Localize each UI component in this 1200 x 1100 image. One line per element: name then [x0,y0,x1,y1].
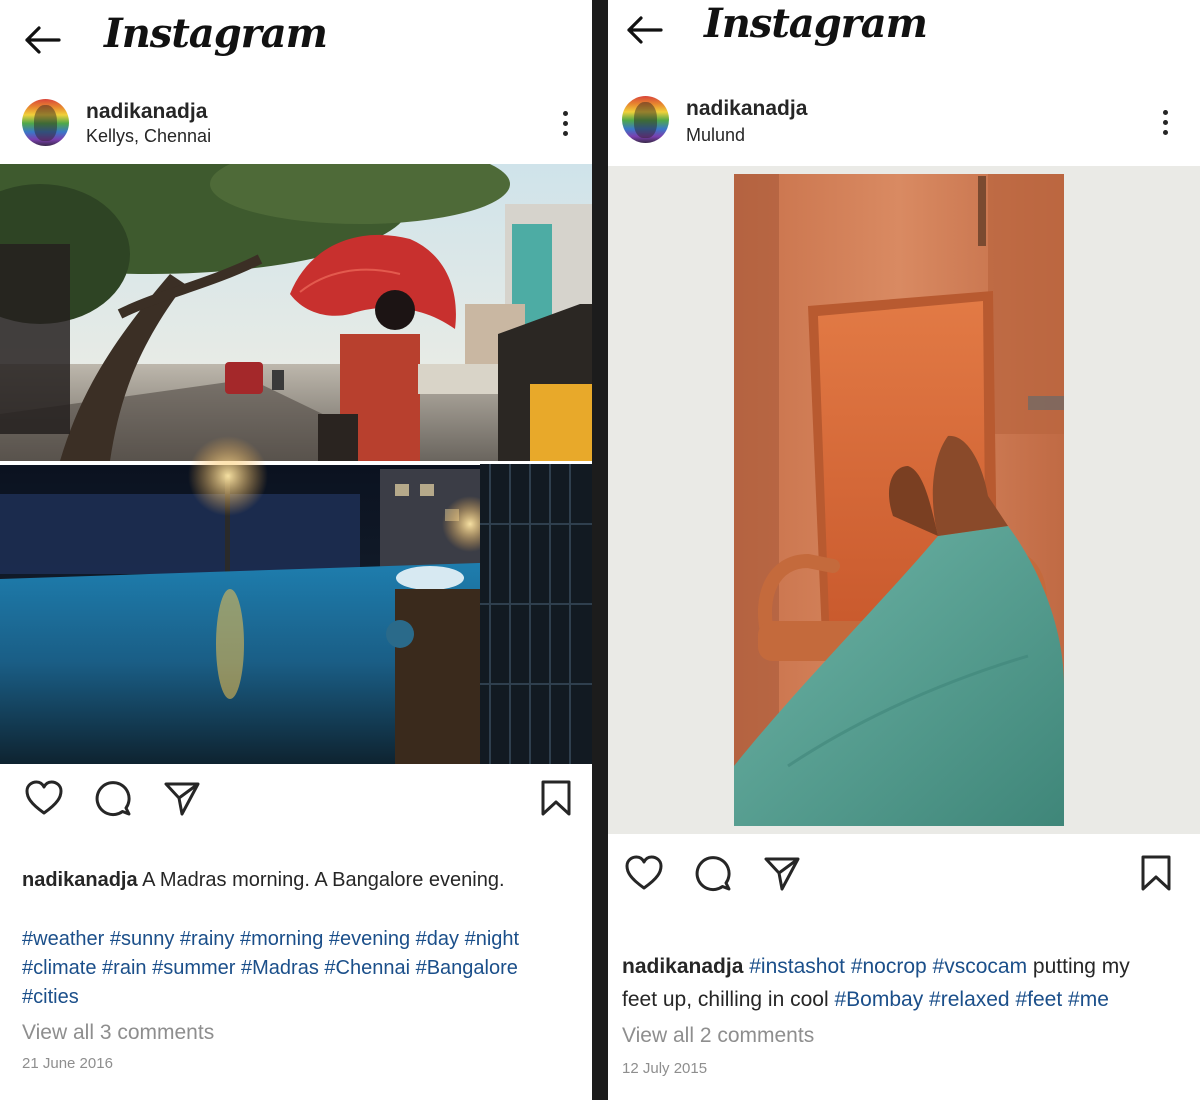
send-icon [764,857,800,891]
hashtag-link[interactable]: #Madras [241,957,319,979]
more-vertical-icon [563,111,568,116]
view-comments-link[interactable]: View all 2 comments [622,1024,814,1048]
arrow-left-icon [627,16,663,44]
hashtag-link[interactable]: #me [1068,988,1109,1011]
post-caption: nadikanadja #instashot #nocrop #vscocam … [622,950,1182,1016]
post-username[interactable]: nadikanadja [86,100,207,124]
back-button[interactable] [20,18,64,62]
hashtag-link[interactable]: #Bombay [834,988,923,1011]
heart-icon [625,855,663,890]
post-screen-right: Instagram nadikanadja Mulund nadikanadja… [608,0,1200,1100]
hashtag-link[interactable]: #climate [22,957,96,979]
caption-username[interactable]: nadikanadja [22,869,138,891]
hashtag-link[interactable]: #rainy [180,928,234,950]
post-date: 12 July 2015 [622,1060,708,1077]
post-actions [608,851,1200,901]
hashtag-link[interactable]: #feet [1015,988,1062,1011]
more-options-button[interactable] [1153,107,1177,139]
caption-text: feet up, chilling in cool [622,988,829,1011]
hashtag-link[interactable]: #cities [22,986,79,1008]
hashtag-link[interactable]: #evening [329,928,410,950]
hashtag-link[interactable]: #morning [240,928,323,950]
caption-text: putting my [1032,955,1130,978]
like-button[interactable] [22,776,66,820]
share-button[interactable] [160,776,204,820]
post-header: nadikanadja Kellys, Chennai [0,88,592,158]
evening-rain-photo [0,436,592,764]
top-bar: Instagram [0,0,592,80]
post-caption: nadikanadja A Madras morning. A Bangalor… [22,866,574,895]
hashtag-link[interactable]: #instashot [749,955,845,978]
post-hashtags: #weather #sunny #rainy #morning #evening… [22,925,572,1012]
share-button[interactable] [760,851,804,895]
post-date: 21 June 2016 [22,1055,113,1072]
avatar[interactable] [622,96,669,143]
more-options-button[interactable] [553,108,577,140]
caption-text: A Madras morning. A Bangalore evening. [142,869,505,891]
post-header: nadikanadja Mulund [608,85,1200,155]
view-comments-link[interactable]: View all 3 comments [22,1021,214,1045]
caption-username[interactable]: nadikanadja [622,955,743,978]
hashtag-link[interactable]: #day [416,928,459,950]
post-screen-left: Instagram nadikanadja Kellys, Chennai na… [0,0,592,1100]
comment-button[interactable] [91,776,135,820]
post-location[interactable]: Kellys, Chennai [86,126,211,147]
hashtag-link[interactable]: #vscocam [933,955,1028,978]
chair-feet-photo [734,174,1064,826]
like-button[interactable] [622,851,666,895]
hashtag-link[interactable]: #summer [152,957,235,979]
more-vertical-icon [1163,110,1168,115]
post-location[interactable]: Mulund [686,125,745,146]
hashtag-link[interactable]: #nocrop [851,955,927,978]
save-button[interactable] [534,776,578,820]
hashtag-link[interactable]: #rain [102,957,146,979]
hashtag-link[interactable]: #weather [22,928,104,950]
hashtag-link[interactable]: #Chennai [324,957,410,979]
save-button[interactable] [1134,851,1178,895]
top-bar: Instagram [608,0,1200,80]
post-actions [0,776,592,826]
post-username[interactable]: nadikanadja [686,97,807,121]
instagram-logo: Instagram [704,0,928,47]
arrow-left-icon [25,26,61,54]
comment-icon [95,781,131,817]
instagram-logo: Instagram [104,10,328,57]
hashtag-link[interactable]: #relaxed [929,988,1010,1011]
send-icon [164,782,200,816]
comment-button[interactable] [691,851,735,895]
back-button[interactable] [622,8,666,52]
comment-icon [695,856,731,892]
bookmark-icon [1141,855,1171,891]
hashtag-link[interactable]: #Bangalore [416,957,518,979]
hashtag-link[interactable]: #night [465,928,520,950]
avatar[interactable] [22,99,69,146]
post-photo-collage[interactable] [0,164,592,764]
post-photo[interactable] [608,166,1200,834]
bookmark-icon [541,780,571,816]
hashtag-link[interactable]: #sunny [110,928,175,950]
heart-icon [25,780,63,815]
morning-street-photo [0,164,592,461]
